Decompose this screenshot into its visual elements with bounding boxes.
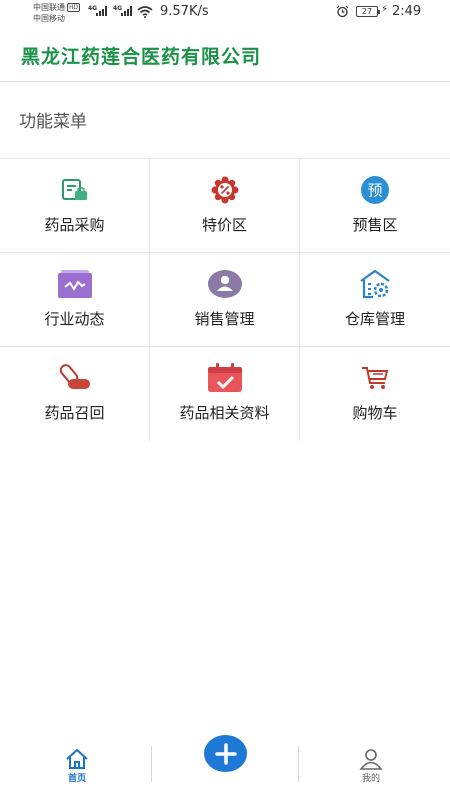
- alarm-icon: [336, 5, 349, 18]
- menu-item-label: 行业动态: [44, 310, 105, 328]
- presale-icon: 预: [357, 175, 393, 205]
- user-icon: [359, 749, 383, 770]
- calendar-check-icon: [207, 363, 243, 393]
- menu-item-label: 购物车: [352, 404, 398, 422]
- add-button[interactable]: [204, 735, 247, 772]
- menu-item-documents[interactable]: 药品相关资料: [150, 347, 300, 441]
- menu-item-sales[interactable]: 销售管理: [150, 253, 300, 347]
- tab-me-label: 我的: [361, 774, 380, 784]
- menu-item-presale[interactable]: 预 预售区: [300, 159, 450, 253]
- purchase-icon: [57, 175, 93, 205]
- menu-item-label: 预售区: [352, 216, 398, 234]
- discount-icon: [207, 175, 243, 205]
- function-menu-grid: 药品采购 特价区 预 预售区 行业动态 销售管理 仓库管理 药品召回 药品相关资…: [0, 158, 450, 441]
- menu-item-recall[interactable]: 药品召回: [0, 347, 150, 441]
- menu-item-cart[interactable]: 购物车: [300, 347, 450, 441]
- menu-item-discount[interactable]: 特价区: [150, 159, 300, 253]
- tab-home-label: 首页: [67, 774, 86, 784]
- pill-icon: [57, 363, 93, 393]
- menu-item-label: 药品采购: [44, 216, 105, 234]
- menu-item-label: 药品召回: [44, 404, 105, 422]
- section-title: 功能菜单: [19, 112, 87, 132]
- clock: 2:49: [392, 4, 422, 19]
- hd-badge: HD: [67, 3, 81, 12]
- tab-divider: [151, 746, 152, 782]
- battery-icon: 27: [356, 6, 380, 17]
- plus-icon: [214, 742, 237, 765]
- app-header: 黑龙江药莲合医药有限公司: [0, 26, 450, 82]
- net-speed: 9.57K/s: [160, 4, 209, 19]
- tab-home[interactable]: 首页: [2, 738, 152, 800]
- carrier-info: 中国联通 HD 中国移动: [33, 2, 81, 24]
- menu-item-news[interactable]: 行业动态: [0, 253, 150, 347]
- menu-item-label: 药品相关资料: [179, 404, 270, 422]
- warehouse-icon: [357, 269, 393, 299]
- tab-me[interactable]: 我的: [296, 738, 446, 800]
- menu-item-label: 仓库管理: [344, 310, 405, 328]
- carrier-2: 中国移动: [33, 14, 65, 23]
- menu-item-label: 特价区: [201, 216, 247, 234]
- menu-item-purchase[interactable]: 药品采购: [0, 159, 150, 253]
- page-title: 黑龙江药莲合医药有限公司: [21, 46, 262, 68]
- menu-item-warehouse[interactable]: 仓库管理: [300, 253, 450, 347]
- svg-text:预: 预: [367, 182, 382, 200]
- status-bar: 中国联通 HD 中国移动 4G 4G 9.57K/s 27 ⚡ 2:49: [0, 0, 450, 26]
- charging-icon: ⚡: [381, 4, 389, 15]
- sales-user-icon: [207, 269, 243, 299]
- wifi-icon: [137, 6, 153, 18]
- news-icon: [57, 269, 93, 299]
- cart-icon: [357, 363, 393, 393]
- home-icon: [66, 748, 88, 769]
- menu-item-label: 销售管理: [194, 310, 255, 328]
- carrier-1: 中国联通: [33, 3, 65, 12]
